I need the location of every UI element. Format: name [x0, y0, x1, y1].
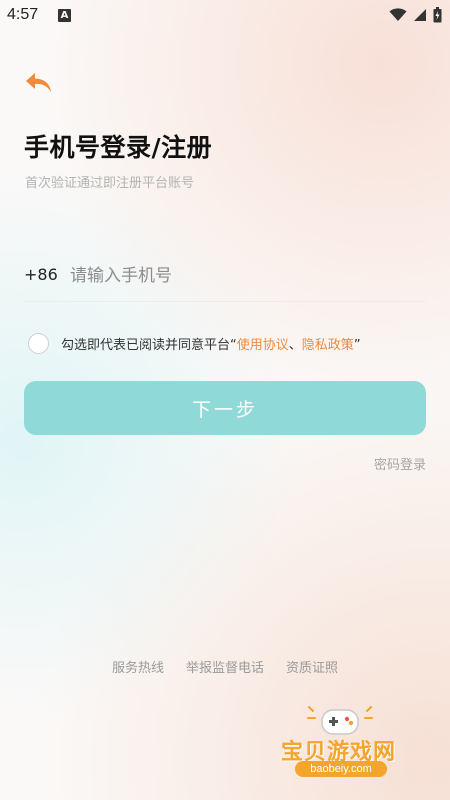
phone-input[interactable] [68, 260, 412, 292]
footer-link-hotline[interactable]: 服务热线 [112, 657, 164, 676]
status-bar: 4:57 A [0, 0, 450, 32]
back-arrow-icon [26, 73, 51, 92]
watermark-logo: 宝贝游戏网 baobeiy.com [275, 700, 425, 790]
footer-links: 服务热线 举报监督电话 资质证照 [0, 657, 450, 676]
close-quote: ” [353, 337, 361, 353]
agreement-separator: 、 [288, 337, 302, 353]
password-login-link[interactable]: 密码登录 [374, 454, 426, 473]
signal-icon [414, 9, 426, 21]
terms-link[interactable]: 使用协议 [237, 338, 289, 353]
privacy-link[interactable]: 隐私政策 [302, 338, 354, 353]
agreement-checkbox[interactable] [28, 332, 49, 354]
status-time: 4:57 [7, 6, 39, 23]
agreement-row: 勾选即代表已阅读并同意平台“使用协议、隐私政策” [28, 331, 361, 355]
status-icons [389, 6, 442, 24]
country-code[interactable]: +86 [24, 265, 58, 284]
footer-link-report[interactable]: 举报监督电话 [186, 657, 264, 676]
page-title: 手机号登录/注册 [24, 133, 213, 162]
battery-icon [433, 7, 442, 23]
agreement-text: 勾选即代表已阅读并同意平台“使用协议、隐私政策” [61, 334, 361, 353]
phone-field-row: +86 [24, 256, 426, 302]
notification-a-icon: A [58, 9, 71, 22]
page-subtitle: 首次验证通过即注册平台账号 [25, 176, 195, 191]
next-step-button[interactable]: 下一步 [24, 381, 426, 435]
back-button[interactable] [24, 70, 54, 96]
footer-link-license[interactable]: 资质证照 [286, 657, 338, 676]
open-quote: “ [230, 337, 237, 353]
agreement-prefix: 勾选即代表已阅读并同意平台 [61, 337, 231, 353]
watermark-url: baobeiy.com [295, 761, 387, 777]
wifi-icon [389, 8, 407, 21]
